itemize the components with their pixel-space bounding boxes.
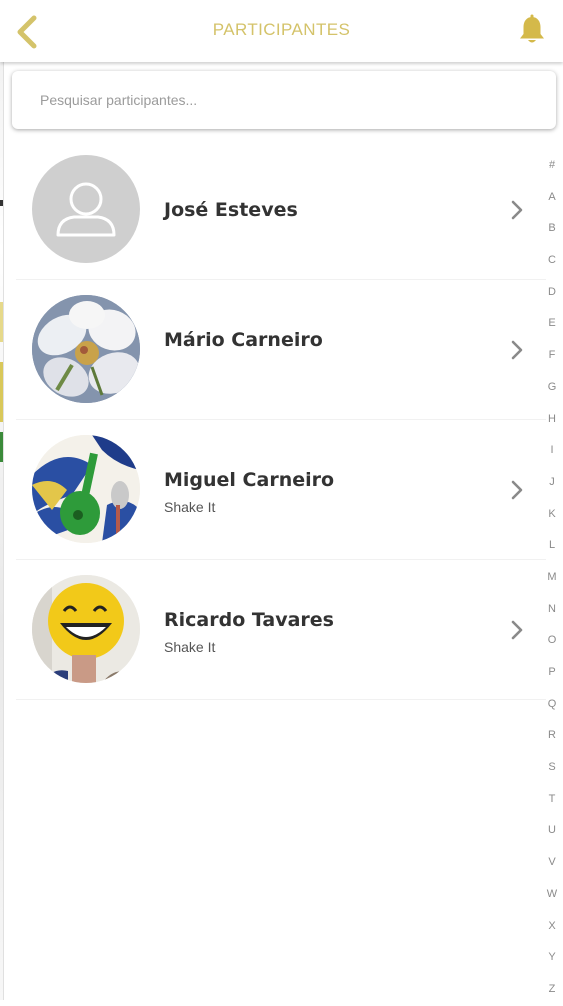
user-placeholder-icon (56, 182, 116, 237)
participant-name: Ricardo Tavares (164, 609, 334, 631)
guitar-artwork-avatar (32, 435, 140, 543)
alphabet-index-letter[interactable]: H (541, 404, 563, 436)
alphabet-index: # A B C D E F G H I J K L M N O P Q R S T U V W X Y Z (541, 150, 563, 1000)
notifications-button[interactable] (517, 14, 547, 46)
alphabet-index-letter[interactable]: G (541, 372, 563, 404)
alphabet-index-letter[interactable]: A (541, 182, 563, 214)
edge-mark (0, 362, 3, 422)
alphabet-index-letter[interactable]: O (541, 625, 563, 657)
default-user-avatar (32, 155, 140, 263)
participant-name: José Esteves (164, 199, 298, 221)
alphabet-index-letter[interactable]: B (541, 213, 563, 245)
participant-list: José Esteves Mário Carneiro Miguel Carne… (16, 140, 546, 700)
edge-mark (0, 302, 3, 342)
edge-mark (0, 432, 3, 462)
participant-name: Miguel Carneiro (164, 469, 335, 491)
page-title: PARTICIPANTES (212, 20, 351, 39)
flower-photo-avatar (32, 295, 140, 403)
alphabet-index-letter[interactable]: S (541, 752, 563, 784)
alphabet-index-letter[interactable]: F (541, 340, 563, 372)
alphabet-index-letter[interactable]: Q (541, 689, 563, 721)
chevron-right-icon (511, 340, 523, 360)
participant-name: Mário Carneiro (164, 329, 323, 351)
chevron-right-icon (511, 200, 523, 220)
alphabet-index-letter[interactable]: R (541, 720, 563, 752)
flower-photo-image (32, 295, 140, 403)
underlying-screen-edge (0, 62, 4, 1000)
top-app-bar: PARTICIPANTES (0, 0, 563, 62)
alphabet-index-letter[interactable]: V (541, 847, 563, 879)
search-box (12, 71, 556, 129)
smiley-balloon-avatar (32, 575, 140, 683)
participant-row[interactable]: Miguel Carneiro Shake It (16, 420, 546, 560)
alphabet-index-letter[interactable]: P (541, 657, 563, 689)
bell-icon (520, 14, 544, 43)
alphabet-index-letter[interactable]: W (541, 879, 563, 911)
search-input[interactable] (12, 71, 556, 129)
alphabet-index-letter[interactable]: K (541, 499, 563, 531)
alphabet-index-letter[interactable]: Z (541, 974, 563, 1006)
participant-subtitle: Shake It (164, 639, 216, 655)
alphabet-index-letter[interactable]: C (541, 245, 563, 277)
smiley-balloon-image (32, 575, 140, 683)
alphabet-index-letter[interactable]: N (541, 594, 563, 626)
alphabet-index-letter[interactable]: Y (541, 942, 563, 974)
alphabet-index-letter[interactable]: D (541, 277, 563, 309)
alphabet-index-letter[interactable]: J (541, 467, 563, 499)
guitar-artwork-image (32, 435, 140, 543)
participant-row[interactable]: Ricardo Tavares Shake It (16, 560, 546, 700)
alphabet-index-letter[interactable]: E (541, 308, 563, 340)
alphabet-index-letter[interactable]: U (541, 815, 563, 847)
alphabet-index-letter[interactable]: # (541, 150, 563, 182)
alphabet-index-letter[interactable]: T (541, 784, 563, 816)
chevron-right-icon (511, 480, 523, 500)
participant-row[interactable]: Mário Carneiro (16, 280, 546, 420)
edge-mark (0, 200, 3, 206)
alphabet-index-letter[interactable]: L (541, 530, 563, 562)
chevron-right-icon (511, 620, 523, 640)
participant-subtitle: Shake It (164, 499, 216, 515)
alphabet-index-letter[interactable]: I (541, 435, 563, 467)
alphabet-index-letter[interactable]: X (541, 911, 563, 943)
alphabet-index-letter[interactable]: M (541, 562, 563, 594)
participant-row[interactable]: José Esteves (16, 140, 546, 280)
